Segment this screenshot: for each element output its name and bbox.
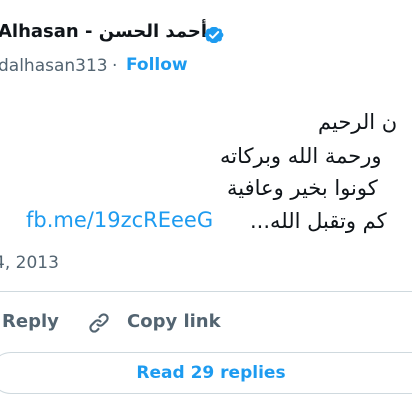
- author-display-name[interactable]: Alhasan - أحمد الحسن: [0, 21, 207, 42]
- separator-dot: ·: [112, 56, 118, 76]
- tweet-link[interactable]: fb.me/19zcREeeG: [26, 207, 213, 233]
- read-replies-button[interactable]: Read 29 replies: [0, 352, 412, 394]
- tweet-text: ن الرحيم ورحمة الله وبركاته كونوا بخير و…: [0, 108, 412, 248]
- verified-badge-icon: [204, 27, 224, 43]
- tweet-line: كونوا بخير وعافية: [227, 176, 378, 200]
- tweet-embed: Alhasan - أحمد الحسن dalhasan313 · Follo…: [0, 0, 412, 412]
- divider: [0, 291, 412, 292]
- follow-button[interactable]: Follow: [126, 55, 188, 75]
- author-handle[interactable]: dalhasan313: [0, 56, 108, 76]
- tweet-actions: Reply Copy link: [0, 304, 412, 340]
- link-icon[interactable]: [86, 310, 112, 336]
- author-handle-row: dalhasan313 · Follow: [0, 55, 412, 81]
- tweet-date[interactable]: 4, 2013: [0, 253, 59, 273]
- reply-button[interactable]: Reply: [2, 311, 59, 332]
- read-replies-label: Read 29 replies: [136, 363, 286, 383]
- author-name-row: Alhasan - أحمد الحسن: [0, 20, 412, 50]
- tweet-line: كم وتقبل الله...: [250, 209, 387, 233]
- tweet-line: ورحمة الله وبركاته: [220, 144, 382, 168]
- tweet-line: ن الرحيم: [318, 110, 398, 134]
- copy-link-button[interactable]: Copy link: [127, 311, 221, 332]
